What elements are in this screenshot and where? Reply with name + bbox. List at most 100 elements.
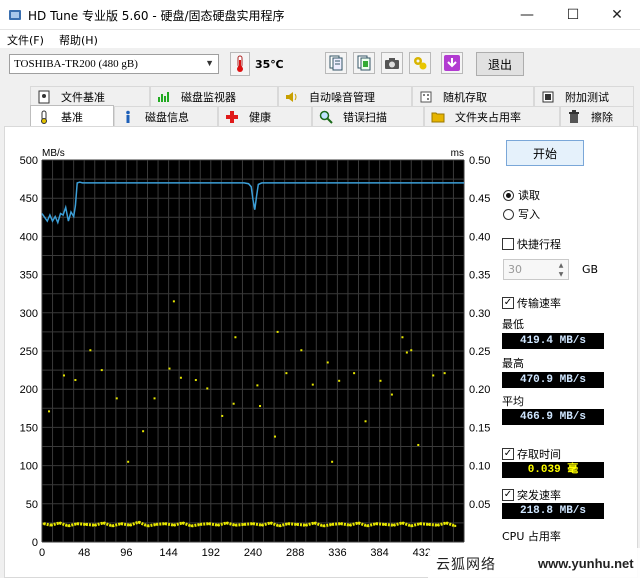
y-left-tick-label: 150 — [20, 422, 38, 434]
y-right-tick-label: 0.25 — [469, 346, 490, 358]
access-time-point — [179, 376, 182, 379]
write-option[interactable]: 写入 — [503, 206, 540, 222]
start-button[interactable]: 开始 — [506, 140, 584, 166]
access-time-band — [252, 522, 263, 527]
gb-unit-label: GB — [582, 263, 599, 276]
y-right-tick-label: 0.05 — [469, 499, 490, 511]
access-time-point — [326, 361, 329, 364]
access-time-point — [364, 420, 367, 423]
x-tick-label: 144 — [159, 547, 177, 559]
access-time-point — [353, 372, 356, 375]
transfer-rate-label: 传输速率 — [517, 297, 561, 310]
y-left-tick-label: 50 — [26, 499, 38, 511]
y-right-tick-label: 0.50 — [469, 155, 490, 167]
x-tick-label: 384 — [370, 547, 388, 559]
access-time-band — [156, 522, 166, 526]
cpu-usage-label: CPU 占用率 — [502, 530, 561, 543]
access-time-point — [221, 414, 224, 417]
access-time-point — [115, 397, 118, 400]
access-time-point — [89, 349, 92, 352]
access-time-point — [285, 372, 288, 375]
access-time-value: 0.039 毫 — [502, 462, 604, 478]
access-time-point — [390, 393, 393, 396]
access-time-band — [375, 522, 386, 526]
burst-rate-option[interactable]: ✓ 突发速率 — [502, 487, 561, 503]
burst-rate-checkbox[interactable]: ✓ — [502, 489, 514, 501]
access-time-point — [432, 374, 435, 377]
y-left-tick-label: 100 — [20, 461, 38, 473]
transfer-rate-checkbox[interactable]: ✓ — [502, 297, 514, 309]
access-time-point — [311, 383, 314, 386]
access-time-band — [428, 522, 438, 527]
y-left-tick-label: 500 — [20, 155, 38, 167]
access-time-point — [127, 460, 130, 463]
y-left-tick-label: 0 — [32, 537, 38, 549]
burst-rate-value: 218.8 MB/s — [502, 503, 604, 519]
access-time-point — [172, 300, 175, 303]
y-right-tick-label: 0.15 — [469, 422, 490, 434]
access-time-band — [323, 522, 333, 528]
spin-down-icon[interactable]: ▼ — [555, 270, 567, 279]
access-time-point — [300, 349, 303, 352]
avg-value: 466.9 MB/s — [502, 409, 604, 425]
access-time-band — [200, 522, 210, 526]
watermark-url: www.yunhu.net — [538, 556, 634, 571]
y-right-tick-label: 0.45 — [469, 193, 490, 205]
short-stroke-option[interactable]: 快捷行程 — [502, 236, 561, 252]
short-stroke-input[interactable]: 30 ▲ ▼ — [503, 259, 569, 280]
access-time-point — [100, 369, 103, 372]
access-time-option[interactable]: ✓ 存取时间 — [502, 446, 561, 462]
read-radio[interactable] — [503, 189, 514, 201]
write-radio[interactable] — [503, 208, 514, 220]
watermark-text: 云狐网络 — [436, 557, 496, 573]
access-time-band — [164, 522, 175, 527]
access-time-point — [331, 460, 334, 463]
access-time-band — [147, 522, 157, 528]
short-stroke-value: 30 — [508, 263, 522, 276]
y-left-tick-label: 350 — [20, 270, 38, 282]
access-time-band — [85, 522, 95, 527]
access-time-point — [379, 379, 382, 382]
access-time-point — [168, 367, 171, 370]
access-time-band — [340, 522, 350, 527]
y-right-tick-label: 0.40 — [469, 231, 490, 243]
access-time-point — [273, 435, 276, 438]
transfer-rate-option[interactable]: ✓ 传输速率 — [502, 295, 561, 311]
access-time-checkbox[interactable]: ✓ — [502, 448, 514, 460]
min-value: 419.4 MB/s — [502, 333, 604, 349]
access-time-band — [208, 522, 219, 527]
y-right-tick-label: 0.20 — [469, 384, 490, 396]
access-time-point — [194, 379, 197, 382]
access-time-band — [235, 522, 245, 527]
access-time-point — [410, 349, 413, 352]
max-label: 最高 — [502, 357, 524, 370]
read-option[interactable]: 读取 — [503, 187, 540, 203]
access-time-label: 存取时间 — [517, 448, 561, 461]
x-tick-label: 288 — [286, 547, 304, 559]
y-right-tick-label: 0.30 — [469, 308, 490, 320]
access-time-band — [296, 522, 306, 527]
short-stroke-checkbox[interactable] — [502, 238, 514, 250]
access-time-point — [232, 402, 235, 405]
max-value: 470.9 MB/s — [502, 372, 604, 388]
access-time-point — [276, 330, 279, 333]
x-tick-label: 192 — [202, 547, 220, 559]
write-label: 写入 — [518, 208, 540, 221]
y-left-tick-label: 450 — [20, 193, 38, 205]
read-label: 读取 — [518, 189, 540, 202]
access-time-band — [331, 522, 342, 526]
spin-up-icon[interactable]: ▲ — [555, 261, 567, 270]
access-time-point — [417, 443, 420, 446]
y-left-tick-label: 250 — [20, 346, 38, 358]
access-time-band — [77, 522, 87, 526]
y-right-unit-label: ms — [451, 148, 464, 159]
access-time-band — [244, 522, 254, 526]
access-time-band — [288, 522, 298, 526]
access-time-band — [384, 522, 394, 527]
y-left-tick-label: 200 — [20, 384, 38, 396]
access-time-point — [48, 410, 51, 413]
min-label: 最低 — [502, 318, 524, 331]
y-left-tick-label: 300 — [20, 308, 38, 320]
access-time-point — [153, 397, 156, 400]
access-time-point — [142, 430, 145, 433]
